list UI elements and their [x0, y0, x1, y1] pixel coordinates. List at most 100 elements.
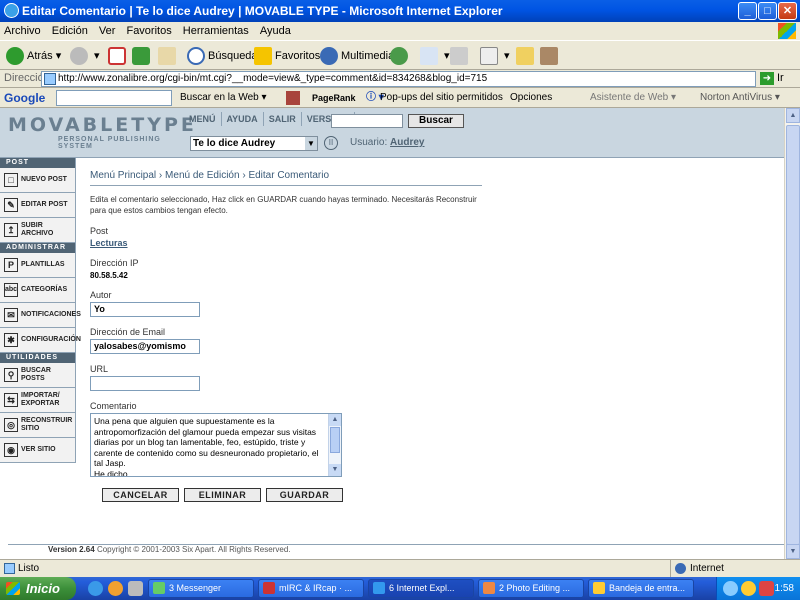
firefox-quicklaunch-icon[interactable]	[108, 581, 123, 596]
refresh-button[interactable]	[132, 45, 153, 67]
sidebar-section-utilidades: UTILIDADES	[0, 353, 75, 363]
scroll-up-icon[interactable]: ▲	[329, 414, 341, 426]
mirc-icon	[263, 582, 275, 594]
breadcrumb-menu-edicion[interactable]: Menú de Edición	[165, 170, 240, 181]
save-button[interactable]: GUARDAR	[266, 488, 343, 502]
page-scrollbar[interactable]: ▲ ▼	[784, 108, 800, 559]
sidebar-item-ver-sitio[interactable]: ◉ VER SITIO	[0, 438, 75, 463]
pagerank-indicator: PageRank	[312, 93, 356, 103]
home-button[interactable]	[158, 45, 179, 67]
author-field[interactable]: Yo	[90, 302, 200, 317]
post-link[interactable]: Lecturas	[90, 238, 490, 248]
task-mirc[interactable]: mIRC & IRcap · ...	[258, 579, 364, 598]
scroll-down-icon[interactable]: ▼	[329, 464, 341, 476]
nav-menu[interactable]: MENÚ	[184, 112, 222, 126]
google-search-web-button[interactable]: Buscar en la Web ▾	[180, 88, 267, 108]
page-scroll-down-icon[interactable]: ▼	[786, 544, 800, 559]
news-icon[interactable]	[286, 91, 300, 105]
menu-edicion[interactable]: Edición	[52, 25, 88, 37]
ip-value: 80.58.5.42	[90, 271, 128, 280]
tray-speaker-icon[interactable]	[741, 581, 756, 596]
email-field[interactable]: yalosabes@yomismo	[90, 339, 200, 354]
go-button[interactable]: ➜ Ir	[760, 72, 784, 85]
edit-button[interactable]: ▾	[480, 45, 510, 67]
window-title-bar: Editar Comentario | Te lo dice Audrey | …	[0, 0, 800, 22]
footer-version: Version 2.64	[48, 545, 95, 554]
sidebar-item-reconstruir-sitio[interactable]: ◎ RECONSTRUIR SITIO	[0, 413, 75, 438]
comment-scrollbar[interactable]: ▲ ▼	[328, 414, 341, 476]
sidebar-item-plantillas[interactable]: P PLANTILLAS	[0, 253, 75, 278]
minimize-button[interactable]: _	[738, 2, 757, 20]
sidebar-item-configuracion[interactable]: ✱ CONFIGURACIÓN	[0, 328, 81, 353]
multimedia-button[interactable]: Multimedia	[320, 45, 394, 67]
print-button[interactable]	[450, 45, 471, 67]
edit-post-icon: ✎	[4, 198, 18, 212]
url-field[interactable]	[90, 376, 200, 391]
user-name-link[interactable]: Audrey	[390, 137, 424, 148]
page-icon	[4, 562, 15, 574]
popup-blocker-button[interactable]: Pop-ups del sitio permitidos	[380, 88, 503, 108]
sidebar-item-buscar-posts[interactable]: ⚲ BUSCAR POSTS	[0, 363, 75, 388]
stop-button[interactable]	[108, 45, 129, 67]
footer-copyright: Copyright © 2001-2003 Six Apart. All Rig…	[96, 545, 291, 554]
google-options-button[interactable]: Opciones	[510, 88, 552, 108]
search-button[interactable]: Búsqueda	[187, 45, 258, 67]
sidebar-item-categorias[interactable]: abc CATEGORÍAS	[0, 278, 75, 303]
blog-select[interactable]: Te lo dice Audrey ▼	[190, 136, 318, 151]
delete-button[interactable]: ELIMINAR	[184, 488, 261, 502]
close-button[interactable]: ✕	[778, 2, 797, 20]
menu-favoritos[interactable]: Favoritos	[126, 25, 171, 37]
task-messenger[interactable]: 3 Messenger	[148, 579, 254, 598]
mt-search-input[interactable]	[331, 114, 403, 128]
menu-ver[interactable]: Ver	[99, 25, 116, 37]
google-logo[interactable]: Google	[4, 88, 45, 108]
task-inbox[interactable]: Bandeja de entra...	[588, 579, 694, 598]
cancel-button[interactable]: CANCELAR	[102, 488, 179, 502]
messenger-button[interactable]	[516, 45, 537, 67]
favorites-button[interactable]: Favoritos	[254, 45, 320, 67]
ie-quicklaunch-icon[interactable]	[88, 581, 103, 596]
go-arrow-icon: ➜	[760, 72, 774, 85]
task-internet-explorer[interactable]: 6 Internet Expl...	[368, 579, 474, 598]
breadcrumb-current: Editar Comentario	[248, 170, 330, 181]
mail-button[interactable]: ▾	[420, 45, 450, 67]
settings-icon: ✱	[4, 333, 18, 347]
norton-antivirus-button[interactable]: Norton AntiVirus ▾	[700, 88, 780, 108]
menu-herramientas[interactable]: Herramientas	[183, 25, 249, 37]
scroll-thumb[interactable]	[330, 427, 340, 453]
sidebar-item-subir-archivo[interactable]: ↥ SUBIR ARCHIVO	[0, 218, 75, 243]
sidebar-item-importar-exportar[interactable]: ⇆ IMPORTAR/ EXPORTAR	[0, 388, 75, 413]
movabletype-logo[interactable]: MOVABLETYPE PERSONAL PUBLISHING SYSTEM	[8, 114, 194, 154]
windows-flag-icon	[6, 582, 20, 595]
start-button[interactable]: Inicio	[0, 577, 76, 600]
blog-go-button[interactable]: II	[324, 136, 338, 150]
nav-salir[interactable]: SALIR	[264, 112, 302, 126]
menu-ayuda[interactable]: Ayuda	[260, 25, 291, 37]
comment-textarea[interactable]: Una pena que alguien que supuestamente e…	[90, 413, 342, 477]
page-scroll-up-icon[interactable]: ▲	[786, 108, 800, 123]
google-search-input[interactable]	[56, 90, 172, 106]
web-assistant-button[interactable]: Asistente de Web ▾	[590, 88, 676, 108]
breadcrumb-menu-principal[interactable]: Menú Principal	[90, 170, 156, 181]
system-tray: 1:58	[716, 577, 800, 600]
sidebar-item-nuevo-post[interactable]: □ NUEVO POST	[0, 168, 75, 193]
history-button[interactable]	[390, 45, 411, 67]
tray-antivirus-icon[interactable]	[759, 581, 774, 596]
note-icon	[516, 47, 534, 66]
forward-button[interactable]: ▾	[70, 45, 100, 67]
task-photo-editing[interactable]: 2 Photo Editing ...	[478, 579, 584, 598]
nav-ayuda[interactable]: AYUDA	[222, 112, 264, 126]
maximize-button[interactable]: □	[758, 2, 777, 20]
forward-arrow-icon	[70, 47, 88, 66]
menu-archivo[interactable]: Archivo	[4, 25, 41, 37]
sidebar-item-notificaciones[interactable]: ✉ NOTIFICACIONES	[0, 303, 81, 328]
tray-network-icon[interactable]	[723, 581, 738, 596]
post-label: Post	[90, 226, 109, 236]
research-button[interactable]	[540, 45, 561, 67]
desktop-quicklaunch-icon[interactable]	[128, 581, 143, 596]
mt-search-button[interactable]: Buscar	[408, 114, 464, 128]
page-scroll-thumb[interactable]	[786, 125, 800, 545]
address-input[interactable]: http://www.zonalibre.org/cgi-bin/mt.cgi?…	[41, 71, 756, 87]
back-button[interactable]: Atrás ▾	[6, 45, 61, 67]
sidebar-item-editar-post[interactable]: ✎ EDITAR POST	[0, 193, 75, 218]
